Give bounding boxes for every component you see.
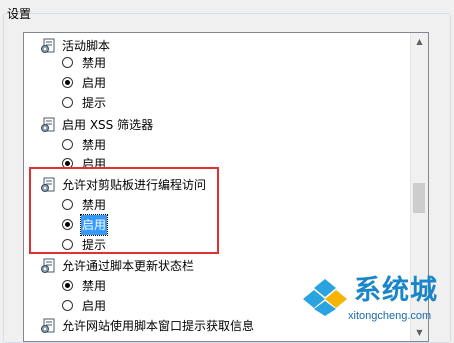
radio-button[interactable] [62, 280, 73, 291]
radio-button[interactable] [62, 300, 73, 311]
settings-gear-icon [41, 38, 55, 53]
watermark: 系统城 xitongcheng.com [300, 273, 454, 328]
setting-label: 启用 XSS 筛选器 [62, 118, 154, 132]
watermark-brand: 系统城 [354, 275, 438, 306]
scroll-up-arrow-icon[interactable]: ▲ [411, 33, 428, 50]
option-label: 提示 [82, 96, 107, 110]
settings-gear-icon [41, 318, 55, 333]
annotation-highlight-box [29, 167, 219, 254]
radio-button[interactable] [62, 57, 73, 68]
watermark-logo-icon [302, 277, 348, 316]
option-label: 禁用 [82, 138, 107, 152]
scroll-thumb[interactable] [413, 183, 425, 213]
option-label: 启用 [82, 299, 107, 313]
radio-button[interactable] [62, 77, 73, 88]
watermark-url: xitongcheng.com [348, 310, 432, 322]
option-label: 禁用 [82, 279, 107, 293]
settings-gear-icon [41, 117, 55, 132]
radio-button[interactable] [62, 139, 73, 150]
settings-gear-icon [41, 258, 55, 273]
option-label: 禁用 [82, 56, 107, 70]
option-label: 启用 [82, 76, 107, 90]
settings-group-title: 设置 [7, 7, 32, 21]
setting-label: 允许网站使用脚本窗口提示获取信息 [62, 319, 255, 333]
setting-label: 允许通过脚本更新状态栏 [62, 259, 195, 273]
radio-button[interactable] [62, 97, 73, 108]
